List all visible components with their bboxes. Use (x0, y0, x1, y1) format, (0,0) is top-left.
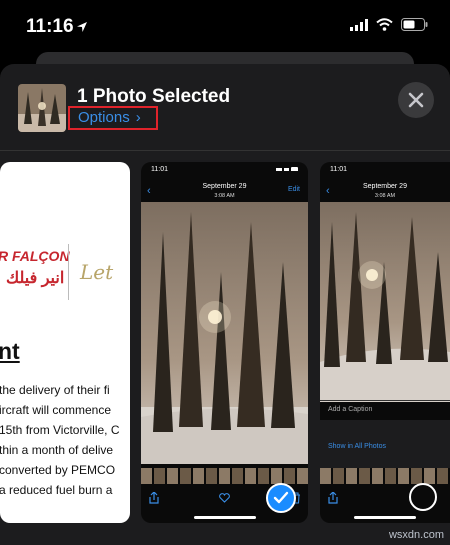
selected-photo-thumbnail (18, 84, 66, 132)
doc-line: the delivery of their fi (0, 383, 110, 397)
status-bar: 11:16 (0, 0, 450, 52)
watermark: wsxdn.com (388, 529, 444, 541)
sheet-title: 1 Photo Selected (77, 86, 231, 107)
preview-edit-label: Edit (287, 186, 300, 193)
selected-checkmark-button[interactable] (266, 483, 296, 513)
heart-icon (219, 493, 230, 503)
show-in-all-photos-link: Show in All Photos (328, 443, 386, 450)
caption-divider (320, 400, 450, 401)
home-indicator (354, 516, 416, 519)
doc-heading: nt (0, 338, 20, 364)
caption-placeholder: Add a Caption (328, 406, 373, 413)
preview-date: September 29 (363, 183, 407, 190)
close-icon (408, 92, 424, 108)
chevron-right-icon: › (135, 109, 141, 126)
preview-photo (320, 202, 450, 402)
checkmark-icon (273, 491, 289, 504)
cellular-signal-icon (350, 18, 368, 31)
doc-divider (68, 244, 69, 300)
preview-time-sub: 3:08 AM (214, 193, 235, 199)
status-time: 11:16 (26, 16, 74, 37)
document-preview-card[interactable]: R FALÇON انير فيلك Let nt the delivery o… (0, 162, 130, 523)
doc-line: ircraft will commence (0, 403, 112, 417)
preview-photo (141, 202, 308, 464)
wifi-icon (376, 18, 393, 31)
preview-filmstrip (320, 468, 450, 484)
location-arrow-icon (77, 22, 87, 32)
unselected-radio-button[interactable] (409, 483, 437, 511)
preview-date: September 29 (202, 183, 247, 190)
status-icons (350, 18, 428, 31)
doc-script-text: Let (80, 260, 114, 284)
share-icon (149, 492, 159, 504)
options-button[interactable]: Options › (78, 109, 141, 126)
preview-status-icons (276, 167, 298, 171)
options-label: Options (78, 109, 130, 126)
share-icon (328, 492, 338, 504)
battery-icon (401, 18, 428, 31)
close-button[interactable] (398, 82, 434, 118)
doc-line: converted by PEMCO (0, 463, 116, 477)
home-indicator (193, 516, 256, 519)
doc-line: a reduced fuel burn a (0, 483, 113, 497)
doc-body: the delivery of their fi ircraft will co… (0, 380, 130, 500)
doc-line: thin a month of delive (0, 443, 114, 457)
preview-time: 11:01 (151, 166, 168, 173)
preview-time: 11:01 (330, 166, 347, 173)
photo-preview-card-selected[interactable]: 11:01 ‹ September 29 3:08 AM Edit (141, 162, 308, 523)
doc-brand-arabic: انير فيلك (6, 270, 65, 287)
doc-line: 15th from Victorville, C (0, 423, 120, 437)
preview-time-sub: 3:08 AM (374, 193, 396, 199)
doc-brand-latin: R FALÇON (0, 248, 70, 264)
preview-filmstrip (141, 468, 308, 484)
photo-preview-card[interactable]: 11:01 ‹ September 29 3:08 AM Add a Capti… (320, 162, 450, 523)
